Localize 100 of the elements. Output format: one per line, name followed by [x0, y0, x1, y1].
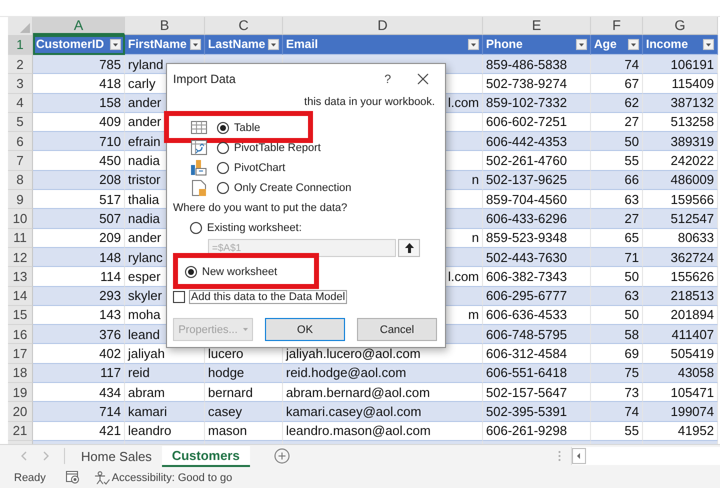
row-header[interactable]: 20: [8, 402, 33, 422]
row-header[interactable]: 19: [8, 382, 33, 402]
table-cell: 115409: [643, 74, 718, 94]
table-cell: mason: [205, 422, 283, 441]
table-cell: 65: [591, 228, 643, 248]
help-button[interactable]: ?: [380, 72, 395, 86]
table-cell: 73: [591, 382, 643, 402]
table-cell: 242022: [643, 151, 718, 171]
table-cell: hodge: [205, 364, 283, 383]
column-header[interactable]: C: [205, 16, 283, 35]
table-cell: 208: [33, 170, 125, 190]
dialog-button[interactable]: OK: [265, 318, 345, 341]
table-cell: 513258: [643, 112, 718, 132]
table-cell: 411407: [643, 325, 718, 344]
table-cell: 43058: [643, 364, 718, 383]
filter-dropdown-icon[interactable]: [576, 38, 587, 50]
column-header[interactable]: B: [125, 16, 205, 35]
table-cell: 62: [591, 94, 643, 113]
row-header[interactable]: 10: [8, 209, 33, 229]
table-cell: 785: [33, 54, 125, 74]
row-header[interactable]: 3: [8, 74, 33, 94]
row-header[interactable]: 14: [8, 286, 33, 306]
macro-record-icon[interactable]: [66, 471, 80, 484]
row-header[interactable]: 2: [8, 54, 33, 74]
checkbox[interactable]: [173, 291, 185, 303]
column-header[interactable]: A: [33, 16, 125, 35]
table-cell: 859-486-5838: [483, 54, 591, 74]
option-label[interactable]: PivotChart: [234, 162, 286, 174]
row-header[interactable]: 17: [8, 344, 33, 364]
row-header[interactable]: 7: [8, 151, 33, 171]
filter-dropdown-icon[interactable]: [190, 38, 201, 50]
row-header[interactable]: 18: [8, 364, 33, 383]
row-header[interactable]: 16: [8, 325, 33, 344]
table-cell: 402: [33, 344, 125, 364]
sheet-tab[interactable]: Customers: [162, 446, 250, 467]
scroll-left-icon[interactable]: [572, 448, 586, 464]
row-header[interactable]: 6: [8, 132, 33, 152]
table-cell: 434: [33, 382, 125, 402]
table-cell: 710: [33, 132, 125, 152]
table-cell: 50: [591, 306, 643, 326]
table-cell: 199074: [643, 402, 718, 422]
status-text: Ready: [14, 472, 46, 484]
table-cell: 71: [591, 248, 643, 268]
table-cell: 502-261-4760: [483, 151, 591, 171]
table-cell: 362724: [643, 248, 718, 268]
table-cell: 75: [591, 364, 643, 383]
header-text: Age: [594, 37, 617, 52]
row-header[interactable]: 8: [8, 170, 33, 190]
filter-dropdown-icon[interactable]: [468, 38, 479, 50]
table-cell: reid.hodge@aol.com: [283, 364, 483, 383]
document-icon: [191, 180, 207, 196]
header-text: Email: [286, 37, 318, 52]
table-cell: 409: [33, 112, 125, 132]
row-header[interactable]: 11: [8, 228, 33, 248]
column-header[interactable]: E: [483, 16, 591, 35]
radio-button[interactable]: [185, 266, 197, 278]
row-header[interactable]: 5: [8, 112, 33, 132]
row-header[interactable]: 4: [8, 94, 33, 113]
table-cell: 58: [591, 325, 643, 344]
table-cell: leandro.mason@aol.com: [283, 422, 483, 441]
table-cell: 63: [591, 190, 643, 210]
table-cell: 606-748-5795: [483, 325, 591, 344]
row-header[interactable]: 12: [8, 248, 33, 268]
option-label[interactable]: New worksheet: [202, 266, 278, 278]
table-cell: 418: [33, 74, 125, 94]
column-header[interactable]: D: [283, 16, 483, 35]
table-cell: 105471: [643, 382, 718, 402]
filter-dropdown-icon[interactable]: [110, 38, 121, 50]
table-cell: 66: [591, 170, 643, 190]
table-cell: 606-442-4353: [483, 132, 591, 152]
column-header[interactable]: G: [643, 16, 718, 35]
checkbox-label[interactable]: Add this data to the Data Model: [189, 290, 348, 304]
close-icon[interactable]: [417, 73, 429, 85]
filter-dropdown-icon[interactable]: [628, 38, 639, 50]
option-label[interactable]: PivotTable Report: [234, 142, 321, 154]
table-cell: 859-523-9348: [483, 228, 591, 248]
radio-button[interactable]: [217, 122, 229, 134]
table-cell: 293: [33, 286, 125, 306]
row-header[interactable]: 15: [8, 306, 33, 326]
add-sheet-icon[interactable]: [274, 448, 290, 464]
accessibility-icon[interactable]: [94, 470, 110, 485]
option-label[interactable]: Table: [234, 122, 260, 134]
collapse-button[interactable]: [398, 239, 420, 257]
filter-dropdown-icon[interactable]: [703, 38, 714, 50]
row-header[interactable]: 13: [8, 267, 33, 286]
row-header[interactable]: 21: [8, 422, 33, 441]
row-header[interactable]: 9: [8, 190, 33, 210]
row-header[interactable]: 1: [8, 34, 33, 55]
radio-button[interactable]: [217, 142, 229, 154]
horizontal-scrollbar[interactable]: [571, 447, 720, 466]
radio-button[interactable]: [190, 222, 202, 234]
header-text: Phone: [486, 37, 523, 52]
radio-button[interactable]: [217, 182, 229, 194]
column-header[interactable]: F: [591, 16, 643, 35]
status-text: Accessibility: Good to go: [112, 472, 232, 484]
table-cell: 159566: [643, 190, 718, 210]
filter-dropdown-icon[interactable]: [268, 38, 279, 50]
dialog-button[interactable]: Cancel: [357, 318, 437, 341]
radio-button[interactable]: [217, 162, 229, 174]
table-cell: abram.bernard@aol.com: [283, 382, 483, 402]
